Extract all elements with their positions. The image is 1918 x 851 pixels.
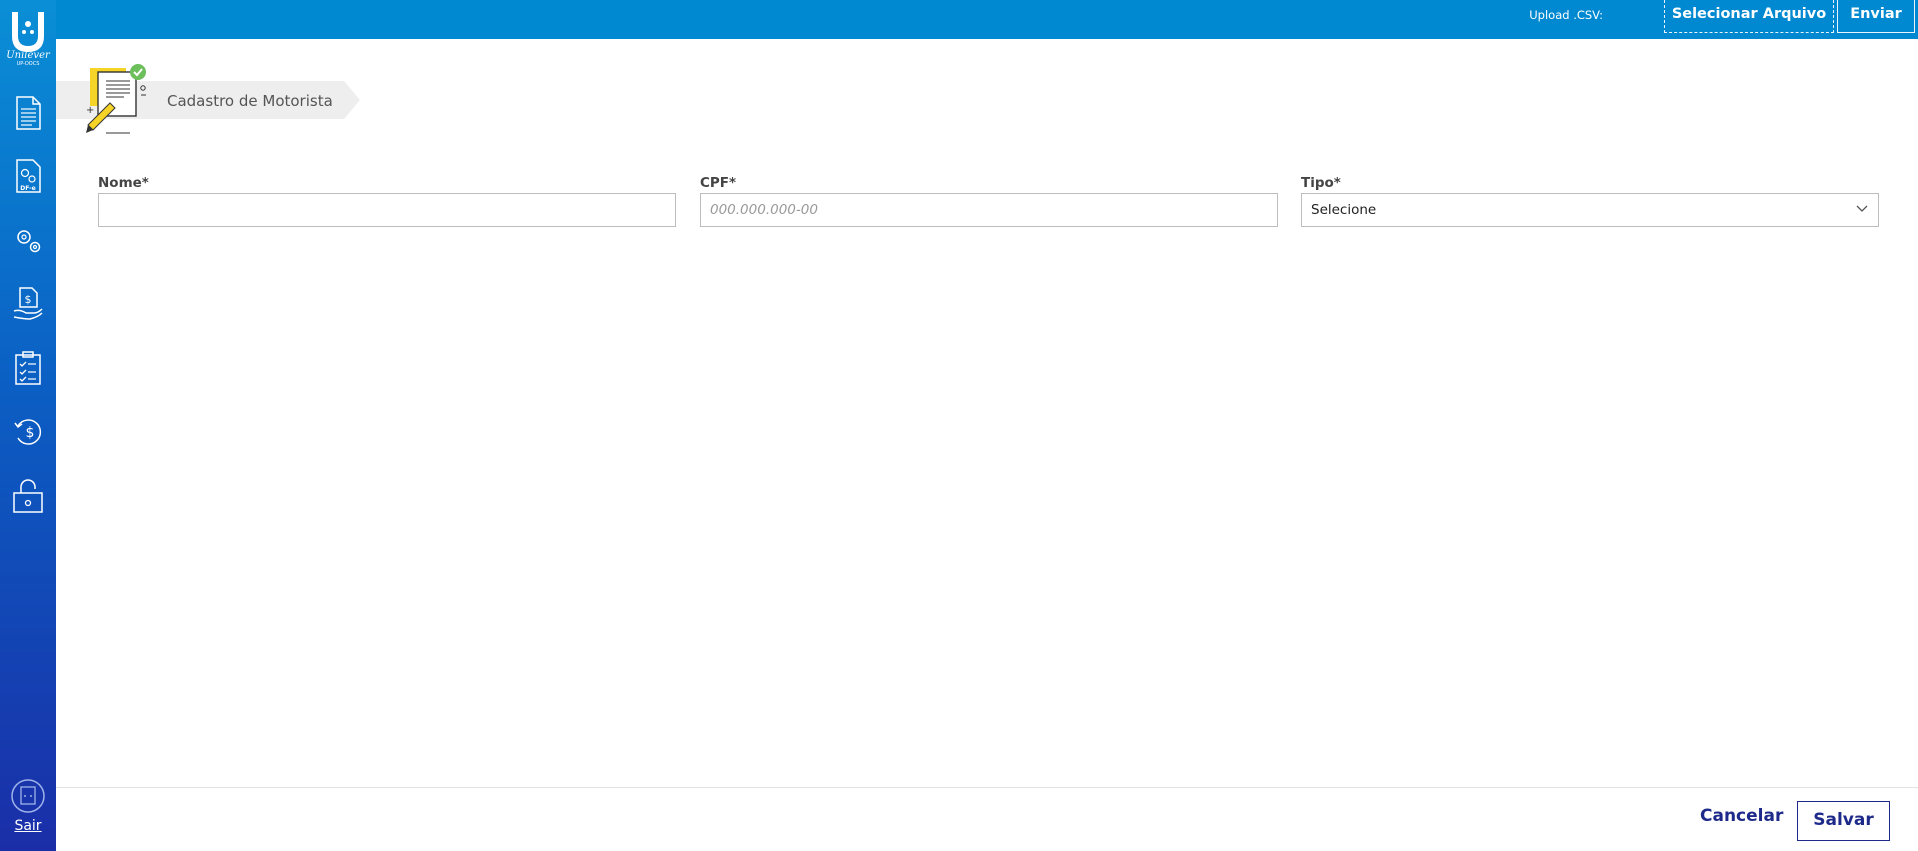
unilever-u-logo-icon <box>12 12 44 52</box>
footer-divider <box>56 787 1918 788</box>
brand-name: Unilever <box>6 50 50 61</box>
save-button[interactable]: Salvar <box>1797 801 1890 841</box>
document-sign-illustration-icon: + <box>86 64 146 134</box>
clipboard-checklist-icon[interactable] <box>12 350 44 386</box>
tipo-select[interactable]: Selecione <box>1301 193 1879 227</box>
cpf-input[interactable]: 000.000.000-00 <box>700 193 1278 227</box>
svg-text:$: $ <box>26 425 35 441</box>
cpf-label: CPF* <box>700 175 737 191</box>
top-bar: Upload .CSV: Selecionar Arquivo Enviar <box>56 0 1918 39</box>
page-title: Cadastro de Motorista <box>167 92 333 110</box>
cancel-button[interactable]: Cancelar <box>1700 806 1783 826</box>
sidebar: Unilever UP-DOCS DF-e $ $ Sair <box>0 0 56 851</box>
logout-link[interactable]: Sair <box>0 818 56 834</box>
tipo-field: Tipo* Selecione <box>1301 175 1879 227</box>
upload-csv-label: Upload .CSV: <box>1529 8 1603 22</box>
svg-text:DF-e: DF-e <box>20 185 35 192</box>
exit-door-icon[interactable] <box>10 778 46 814</box>
tipo-label: Tipo* <box>1301 175 1341 191</box>
svg-text:+: + <box>86 105 94 116</box>
select-file-button[interactable]: Selecionar Arquivo <box>1664 0 1834 33</box>
breadcrumb: + Cadastro de Motorista <box>56 64 360 134</box>
nome-field: Nome* <box>98 175 676 227</box>
money-history-icon[interactable]: $ <box>12 414 44 450</box>
nome-input[interactable] <box>98 193 676 227</box>
cpf-field: CPF* 000.000.000-00 <box>700 175 1278 227</box>
unlock-icon[interactable] <box>12 478 44 514</box>
logout-area: Sair <box>0 778 56 834</box>
svg-text:$: $ <box>25 293 32 306</box>
document-icon[interactable] <box>12 95 44 131</box>
chevron-down-icon <box>1856 205 1868 212</box>
nome-label: Nome* <box>98 175 149 191</box>
brand-sub: UP-DOCS <box>16 61 40 67</box>
tipo-selected-value: Selecione <box>1311 202 1377 218</box>
dfe-gears-document-icon[interactable]: DF-e <box>12 158 44 194</box>
money-hand-icon[interactable]: $ <box>12 285 44 321</box>
send-button[interactable]: Enviar <box>1837 0 1915 33</box>
gears-icon[interactable] <box>12 222 44 258</box>
